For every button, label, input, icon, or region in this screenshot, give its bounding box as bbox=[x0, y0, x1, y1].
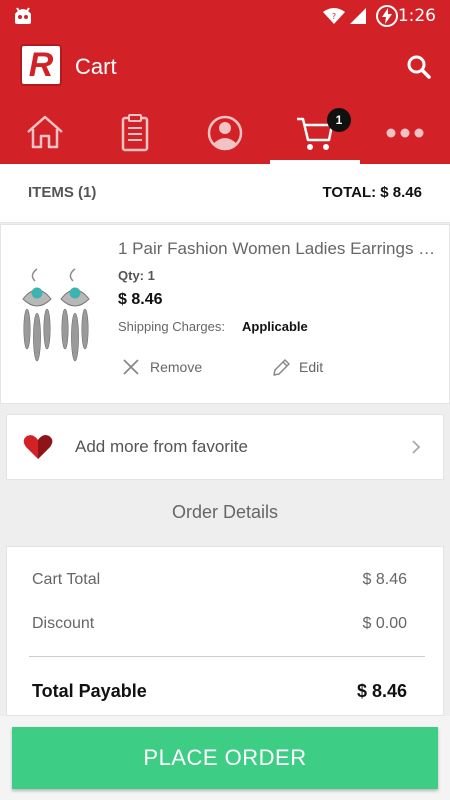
logo-letter: R bbox=[28, 46, 54, 84]
tab-account[interactable] bbox=[180, 102, 270, 164]
pencil-icon bbox=[273, 359, 290, 376]
add-from-favorite-label: Add more from favorite bbox=[75, 437, 248, 456]
product-price: $ 8.46 bbox=[118, 291, 163, 308]
search-icon[interactable] bbox=[406, 54, 432, 80]
total-payable-label: Total Payable bbox=[32, 681, 147, 701]
tab-orders[interactable] bbox=[90, 102, 180, 164]
clipboard-icon bbox=[121, 114, 149, 152]
chevron-right-icon bbox=[412, 440, 421, 454]
tab-home[interactable] bbox=[0, 102, 90, 164]
home-icon bbox=[27, 115, 63, 149]
heart-icon bbox=[23, 435, 53, 459]
divider bbox=[29, 656, 425, 657]
total-payable-value: $ 8.46 bbox=[356, 681, 407, 701]
items-count: ITEMS (1) bbox=[28, 184, 97, 201]
cart-total-label: Cart Total bbox=[32, 571, 101, 588]
product-image[interactable] bbox=[17, 267, 97, 377]
android-debug-icon bbox=[15, 7, 31, 24]
tab-bar bbox=[0, 102, 450, 164]
product-qty: Qty: 1 bbox=[118, 268, 155, 283]
product-name[interactable]: 1 Pair Fashion Women Ladies Earrings Ear… bbox=[118, 239, 436, 259]
add-from-favorite-row[interactable]: Add more from favorite bbox=[6, 414, 444, 480]
cart-badge: 1 bbox=[327, 108, 351, 132]
app-logo[interactable]: R bbox=[20, 44, 62, 86]
status-time: 1:26 bbox=[397, 6, 436, 26]
total-summary: TOTAL: $ 8.46 bbox=[322, 184, 422, 201]
app-bar: R Cart bbox=[0, 32, 450, 102]
wifi-icon: ? bbox=[323, 8, 345, 24]
battery-charging-icon bbox=[376, 5, 398, 27]
shipping-charges-label: Shipping Charges: bbox=[118, 319, 225, 334]
order-details-card: Cart Total $ 8.46 Discount $ 0.00 Total … bbox=[6, 546, 444, 716]
cart-total-value: $ 8.46 bbox=[362, 571, 407, 588]
svg-text:?: ? bbox=[332, 12, 336, 21]
page-title: Cart bbox=[75, 54, 117, 79]
user-icon bbox=[207, 115, 243, 151]
close-icon bbox=[123, 359, 139, 375]
signal-icon bbox=[350, 8, 366, 24]
remove-label: Remove bbox=[150, 359, 203, 375]
cart-summary-bar: ITEMS (1) TOTAL: $ 8.46 bbox=[0, 164, 450, 223]
shipping-charges-value: Applicable bbox=[242, 319, 308, 334]
discount-value: $ 0.00 bbox=[362, 615, 407, 632]
tab-more[interactable] bbox=[360, 102, 450, 164]
discount-label: Discount bbox=[32, 615, 95, 632]
status-bar: ? 1:26 bbox=[0, 0, 450, 32]
place-order-button[interactable]: PLACE ORDER bbox=[12, 727, 438, 789]
order-details-heading: Order Details bbox=[171, 502, 279, 522]
more-icon bbox=[386, 128, 424, 138]
edit-label: Edit bbox=[299, 359, 324, 375]
cart-item-card[interactable]: 1 Pair Fashion Women Ladies Earrings Ear… bbox=[0, 224, 450, 404]
